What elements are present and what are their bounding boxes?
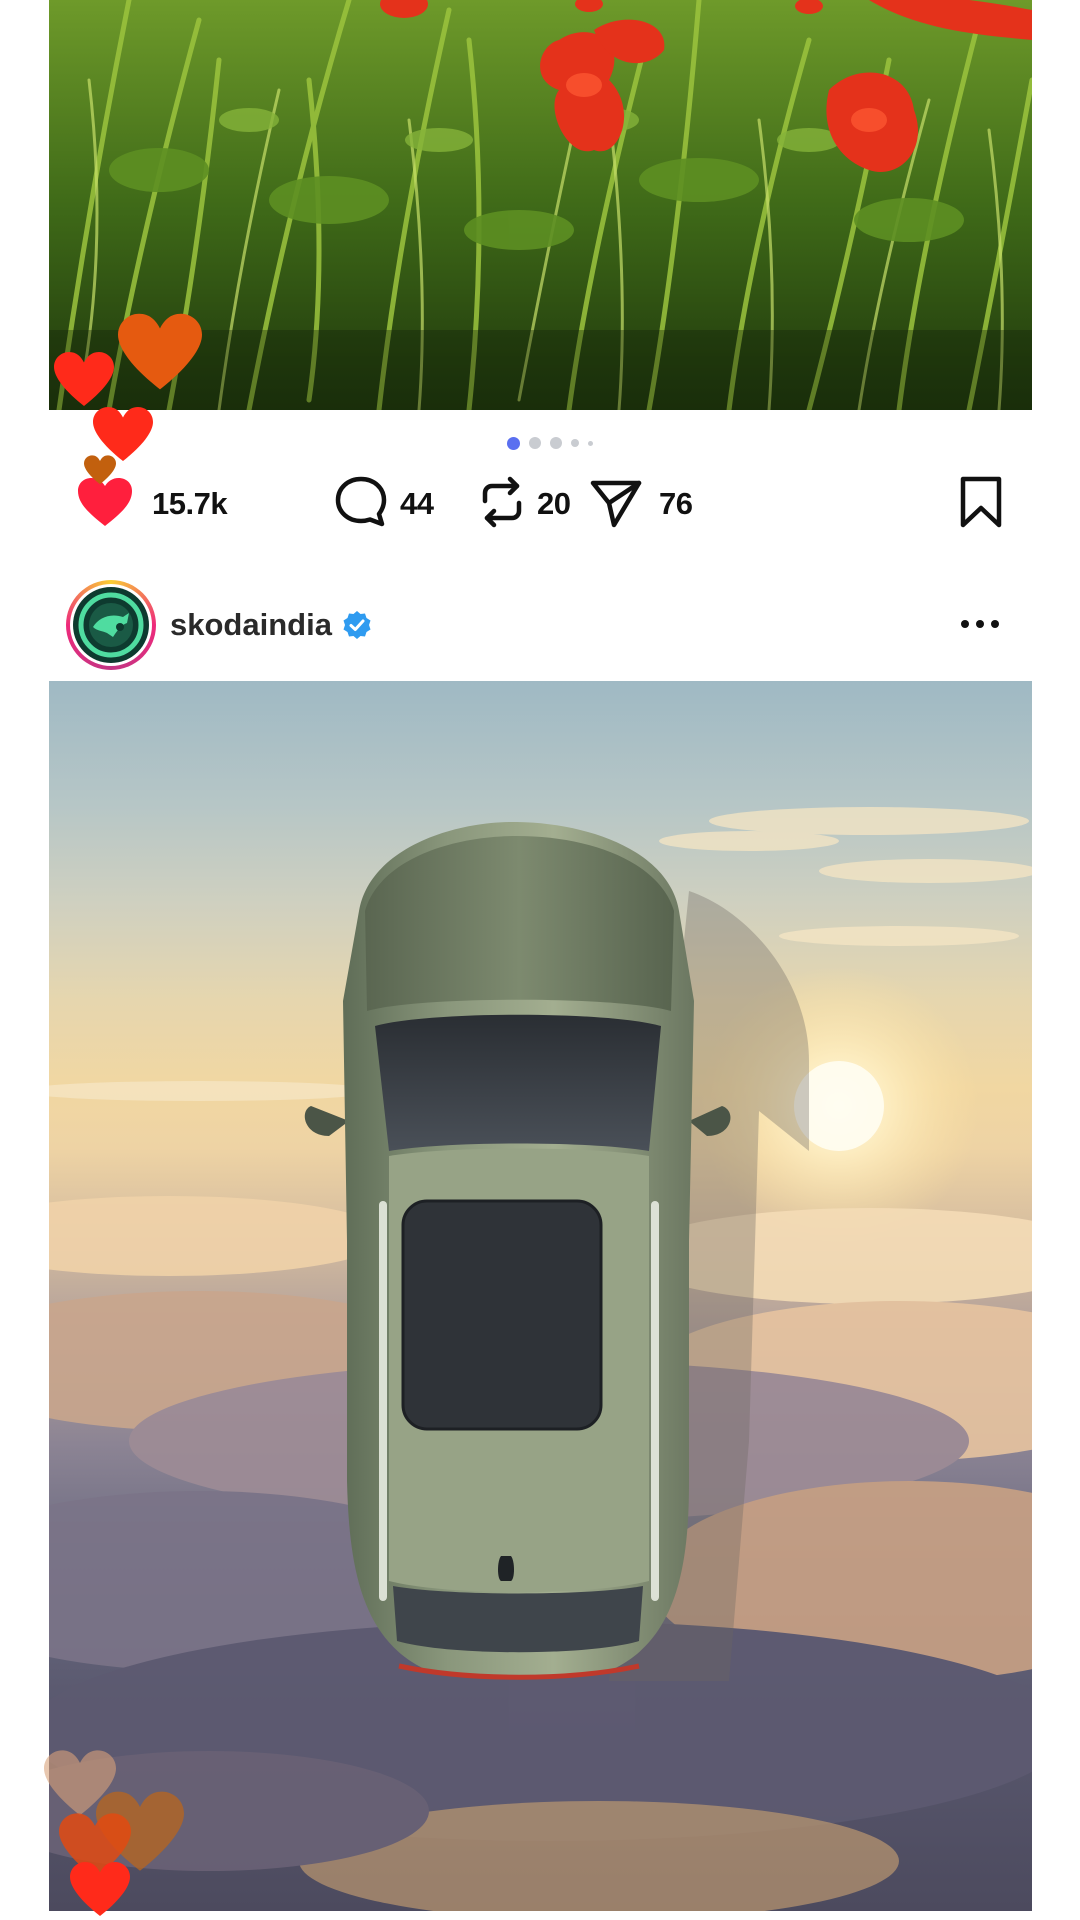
verified-badge-icon — [342, 610, 372, 640]
save-button[interactable] — [958, 475, 1004, 534]
car-top-view — [304, 821, 731, 1680]
carousel-dot — [529, 437, 541, 449]
post-header: skodaindia — [66, 578, 1014, 672]
poppy-field-image — [49, 0, 1032, 410]
comment-button[interactable]: 44 — [334, 475, 484, 533]
floating-heart-icon — [93, 407, 153, 461]
post-action-bar: 15.7k 44 20 76 — [76, 475, 1004, 533]
carousel-dot — [571, 439, 579, 447]
carousel-dot-active — [507, 436, 520, 450]
share-count: 76 — [659, 486, 693, 521]
carousel-dot — [550, 437, 562, 449]
repost-arrows-icon — [479, 475, 525, 534]
like-count: 15.7k — [152, 486, 228, 521]
car-above-clouds-image — [49, 807, 1032, 1911]
more-dots-icon — [960, 616, 1000, 634]
heart-filled-icon — [76, 476, 134, 533]
bookmark-icon — [958, 475, 1004, 534]
repost-button[interactable]: 20 — [479, 475, 589, 533]
avatar-story-ring[interactable] — [66, 580, 156, 670]
username[interactable]: skodaindia — [170, 607, 332, 643]
repost-count: 20 — [537, 486, 571, 521]
more-options-button[interactable] — [960, 616, 1014, 634]
carousel-dot — [588, 440, 593, 446]
avatar — [73, 587, 149, 663]
paper-plane-icon — [589, 475, 643, 534]
share-button[interactable]: 76 — [589, 475, 693, 534]
post-media-car-above-clouds[interactable] — [49, 681, 1032, 1911]
carousel-indicator — [0, 436, 1080, 450]
speech-bubble-icon — [334, 475, 388, 534]
post-media-poppy-field[interactable] — [49, 0, 1032, 410]
like-button[interactable]: 15.7k — [76, 475, 256, 533]
skoda-logo — [78, 592, 144, 658]
comment-count: 44 — [400, 486, 434, 521]
